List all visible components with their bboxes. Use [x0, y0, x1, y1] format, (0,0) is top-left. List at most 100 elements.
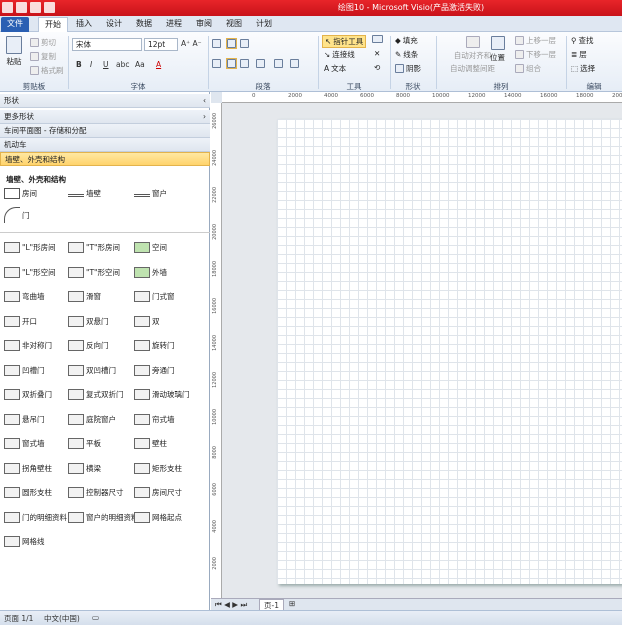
- layer-button[interactable]: ≣ 层: [571, 49, 587, 60]
- tab-file[interactable]: 文件: [1, 17, 29, 32]
- stencil-shape[interactable]: 窗式墙: [4, 438, 45, 449]
- bullets-button[interactable]: [290, 59, 299, 68]
- grow-font-icon[interactable]: A⁺ A⁻: [181, 39, 202, 48]
- stencil-shape[interactable]: 悬吊门: [4, 413, 45, 425]
- justify-button[interactable]: [256, 59, 265, 68]
- paste-button[interactable]: 粘贴: [6, 36, 22, 67]
- copy-button[interactable]: 复制: [30, 51, 56, 62]
- underline-button[interactable]: U: [103, 60, 109, 69]
- stencil-shape[interactable]: 滑动玻璃门: [134, 389, 190, 400]
- align-center-button[interactable]: [226, 58, 237, 69]
- tab-process[interactable]: 进程: [160, 17, 188, 32]
- rectangle-tool-button[interactable]: [372, 35, 383, 43]
- stencil-shape[interactable]: 门式窗: [134, 291, 175, 302]
- stencil-shape[interactable]: 矩形支柱: [134, 462, 182, 474]
- stencil-shape[interactable]: 控制器尺寸: [68, 487, 124, 498]
- tab-review[interactable]: 审阅: [190, 17, 218, 32]
- shadow-button[interactable]: 阴影: [395, 63, 421, 74]
- stencil-shape[interactable]: 庭院窗户: [68, 413, 116, 425]
- shape-window[interactable]: 窗户: [134, 188, 167, 199]
- stencil-shape[interactable]: 帘式墙: [134, 413, 175, 425]
- stencil-shape[interactable]: 壁柱: [134, 438, 167, 449]
- stencil-shape[interactable]: 开口: [4, 315, 37, 327]
- stencil-shape[interactable]: 双凹槽门: [68, 364, 116, 376]
- stencil-shape[interactable]: "T"形空间: [68, 266, 120, 278]
- tab-insert[interactable]: 插入: [70, 17, 98, 32]
- stencil-shape[interactable]: 平板: [68, 438, 101, 449]
- italic-button[interactable]: I: [90, 60, 92, 69]
- indent-button[interactable]: [274, 59, 283, 68]
- stencil-vehicles[interactable]: 机动车: [0, 138, 210, 152]
- stencil-shape[interactable]: 空间: [134, 242, 167, 253]
- stencil-shape[interactable]: 旋转门: [134, 340, 175, 351]
- page-count[interactable]: 页面 1/1: [4, 613, 33, 624]
- align-bottom-button[interactable]: [240, 39, 249, 48]
- stencil-shape[interactable]: 房间尺寸: [134, 487, 182, 498]
- stencil-shape[interactable]: 非对称门: [4, 340, 52, 351]
- add-page-icon[interactable]: ⊞: [289, 599, 295, 608]
- strikethrough-button[interactable]: abc: [116, 60, 129, 69]
- stencil-walls-active[interactable]: 墙壁、外壳和结构: [0, 152, 210, 166]
- page-nav-first-icon[interactable]: ⏮ ◀ ▶ ⏭: [215, 600, 247, 610]
- drawing-page[interactable]: [277, 119, 622, 584]
- language[interactable]: 中文(中国): [44, 613, 80, 624]
- tab-data[interactable]: 数据: [130, 17, 158, 32]
- stencil-shape[interactable]: 双折叠门: [4, 389, 52, 400]
- fill-button[interactable]: ◆ 填充: [395, 35, 418, 46]
- bold-button[interactable]: B: [76, 60, 82, 69]
- stencil-shape[interactable]: "L"形空间: [4, 266, 56, 278]
- format-painter-button[interactable]: 格式刷: [30, 65, 64, 76]
- font-color-button[interactable]: A: [156, 60, 161, 69]
- send-backward-button[interactable]: 下移一层: [515, 49, 556, 60]
- cut-button[interactable]: 剪切: [30, 37, 56, 48]
- select-button[interactable]: ⬚ 选择: [571, 63, 595, 74]
- align-right-button[interactable]: [240, 59, 249, 68]
- shape-wall[interactable]: 墙壁: [68, 188, 101, 199]
- stencil-shape[interactable]: "T"形房间: [68, 242, 120, 253]
- text-tool-button[interactable]: A 文本: [324, 63, 346, 74]
- more-shapes-button[interactable]: 更多形状 ›: [0, 110, 210, 124]
- font-family-select[interactable]: 宋体: [72, 38, 142, 51]
- pointer-tool-button[interactable]: ↖ 指针工具: [322, 35, 367, 48]
- stencil-shape[interactable]: 双悬门: [68, 315, 109, 327]
- stencil-shape[interactable]: 网格线: [4, 536, 45, 547]
- connector-button[interactable]: ↘ 连接线: [324, 49, 355, 60]
- stencil-shape[interactable]: 滑窗: [68, 291, 101, 302]
- collapse-icon[interactable]: ‹: [203, 94, 206, 107]
- stencil-shape[interactable]: 旁通门: [134, 364, 175, 376]
- tab-home[interactable]: 开始: [38, 17, 68, 32]
- shape-door[interactable]: 门: [4, 207, 30, 223]
- tab-design[interactable]: 设计: [100, 17, 128, 32]
- find-button[interactable]: ⚲ 查找: [571, 35, 594, 46]
- stencil-shape[interactable]: "L"形房间: [4, 242, 56, 253]
- stencil-shape[interactable]: 复式双折门: [68, 389, 124, 400]
- align-left-button[interactable]: [212, 59, 221, 68]
- stencil-shape[interactable]: 门的明细资料: [4, 511, 67, 523]
- auto-align-button[interactable]: 自动对齐和 自动调整间距: [450, 36, 495, 74]
- stencil-shape[interactable]: 反向门: [68, 340, 109, 351]
- tab-plan[interactable]: 计划: [250, 17, 278, 32]
- stencil-shape[interactable]: 窗户的明细资料: [68, 511, 139, 523]
- group-button[interactable]: 组合: [515, 63, 541, 74]
- bring-forward-button[interactable]: 上移一层: [515, 35, 556, 46]
- tab-view[interactable]: 视图: [220, 17, 248, 32]
- stencil-shape[interactable]: 外墙: [134, 266, 167, 278]
- position-button[interactable]: 位置: [490, 36, 505, 63]
- align-top-button[interactable]: [212, 39, 221, 48]
- stencil-warehouse[interactable]: 车间平面图 - 存储和分配: [0, 124, 210, 138]
- line-button[interactable]: ✎ 线条: [395, 49, 418, 60]
- connection-point-icon[interactable]: ⟲: [374, 63, 380, 72]
- stencil-shape[interactable]: 双: [134, 315, 160, 327]
- close-icon[interactable]: ✕: [374, 49, 380, 58]
- stencil-shape[interactable]: 网格起点: [134, 511, 182, 523]
- macro-icon[interactable]: ▭: [92, 613, 99, 622]
- align-middle-button[interactable]: [226, 38, 237, 49]
- stencil-shape[interactable]: 弯曲墙: [4, 291, 45, 302]
- stencil-shape[interactable]: 拐角壁柱: [4, 462, 52, 474]
- case-button[interactable]: Aa: [135, 60, 145, 69]
- font-size-select[interactable]: 12pt: [144, 38, 178, 51]
- shape-room[interactable]: 房间: [4, 188, 37, 199]
- stencil-shape[interactable]: 凹槽门: [4, 364, 45, 376]
- stencil-shape[interactable]: 圆形支柱: [4, 487, 52, 498]
- stencil-shape[interactable]: 横梁: [68, 462, 101, 474]
